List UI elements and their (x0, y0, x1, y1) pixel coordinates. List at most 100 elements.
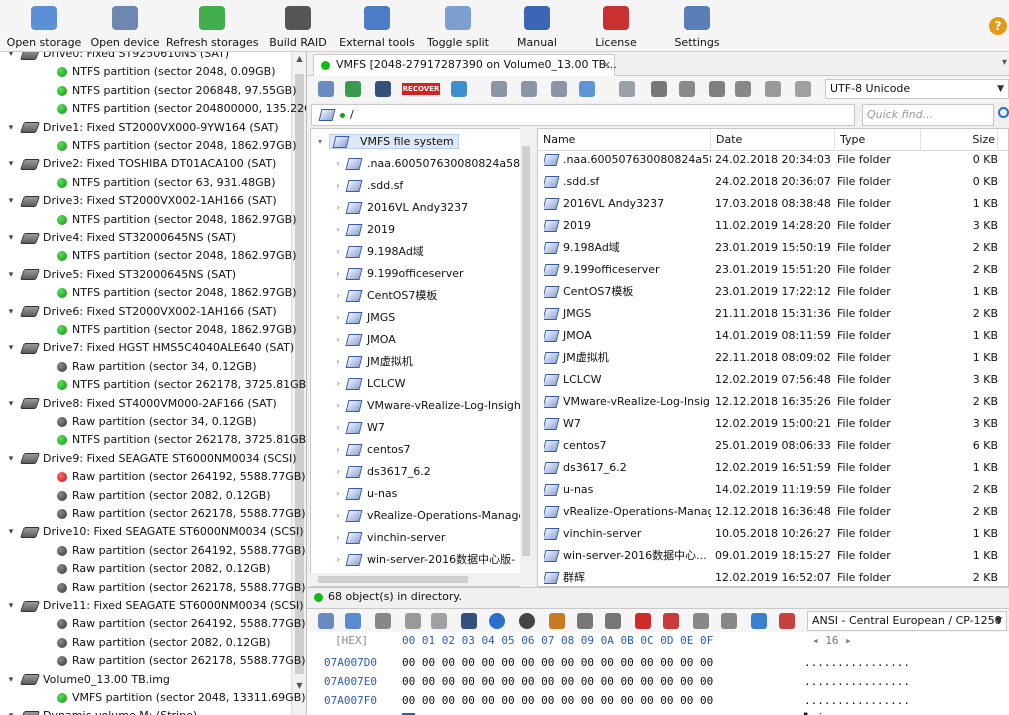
hex-row[interactable]: 07A00800 01 00 C0 10 00 08 00 06 00 00 00… (307, 711, 1009, 715)
partition-node[interactable]: NTFS partition (sector 206848, 97.55GB) (57, 82, 296, 100)
tree-folder-item[interactable]: › CentOS7模板 (333, 285, 437, 307)
chevron-down-icon[interactable]: ▾ (6, 523, 16, 541)
chevron-down-icon[interactable]: ▾ (6, 339, 16, 357)
recover-button[interactable]: RECOVER (402, 83, 440, 95)
path-field[interactable]: / (311, 104, 855, 126)
chevron-right-icon[interactable]: › (333, 307, 343, 329)
chevron-right-icon[interactable]: › (333, 329, 343, 351)
bookmark-icon[interactable] (549, 613, 565, 629)
device-node[interactable]: ▾ Drive4: Fixed ST32000645NS (SAT) (9, 229, 236, 247)
chevron-down-icon[interactable]: ▾ (6, 303, 16, 321)
edit-icon[interactable] (779, 613, 795, 629)
device-node[interactable]: ▾ Drive2: Fixed TOSHIBA DT01ACA100 (SAT) (9, 155, 277, 173)
toolbar-button-refresh-storages[interactable]: Refresh storages (166, 0, 259, 52)
chevron-down-icon[interactable]: ▾ (6, 266, 16, 284)
sync-icon[interactable] (751, 613, 767, 629)
file-row[interactable]: vRealize-Operations-Manag... 12.12.2018 1… (538, 501, 1008, 523)
chevron-down-icon[interactable]: ▾ (6, 597, 16, 615)
tree-folder-item[interactable]: › 2019 (333, 219, 395, 241)
chevron-down-icon[interactable]: ▾ (6, 450, 16, 468)
partition-node[interactable]: NTFS partition (sector 2048, 0.09GB) (57, 63, 275, 81)
file-row[interactable]: 2019 11.02.2019 14:28:20 File folder 3 KB (538, 215, 1008, 237)
text-encoding-select[interactable]: UTF-8 Unicode ▼ (825, 79, 1009, 99)
file-row[interactable]: 9.199officeserver 23.01.2019 15:51:20 File… (538, 259, 1008, 281)
file-row[interactable]: JMOA 14.01.2019 08:11:59 File folder 1 KB (538, 325, 1008, 347)
chevron-down-icon[interactable]: ▾ (6, 395, 16, 413)
file-row[interactable]: centos7 25.01.2019 08:06:33 File folder 6 K… (538, 435, 1008, 457)
close-tab-icon[interactable]: × (602, 55, 611, 75)
toolbar-button-build-raid[interactable]: Build RAID (266, 0, 330, 52)
tree-folder-item[interactable]: › 2016VL Andy3237 (333, 197, 468, 219)
hex-row[interactable]: 07A007F0 00 00 00 00 00 00 00 00 00 00 00… (307, 692, 1009, 710)
device-node[interactable]: ▾ Drive1: Fixed ST2000VX000-9YW164 (SAT) (9, 119, 279, 137)
chevron-right-icon[interactable]: › (333, 461, 343, 483)
gear-icon[interactable] (651, 81, 667, 97)
chevron-right-icon[interactable]: › (333, 175, 343, 197)
properties-icon[interactable] (345, 81, 361, 97)
file-row[interactable]: vinchin-server 10.05.2018 10:26:27 File fo… (538, 523, 1008, 545)
partition-node[interactable]: NTFS partition (sector 2048, 1862.97GB) (57, 247, 296, 265)
folder-tree-hscrollbar[interactable] (310, 573, 520, 586)
chevron-right-icon[interactable]: › (333, 439, 343, 461)
toolbar-button-open-device[interactable]: Open device (89, 0, 161, 52)
partition-node[interactable]: Raw partition (sector 2082, 0.12GB) (57, 634, 271, 652)
drive-icon[interactable] (605, 613, 621, 629)
chevron-right-icon[interactable]: › (333, 417, 343, 439)
partition-node[interactable]: VMFS partition (sector 2048, 13311.69GB) (57, 689, 306, 707)
tree-folder-item[interactable]: › .sdd.sf (333, 175, 403, 197)
chevron-down-icon[interactable]: ▾ (6, 707, 16, 715)
file-row[interactable]: 群辉 12.02.2019 16:52:07 File folder 2 KB (538, 567, 1008, 586)
device-node[interactable]: ▾ Drive5: Fixed ST32000645NS (SAT) (9, 266, 236, 284)
partition-node[interactable]: Raw partition (sector 264192, 5588.77GB) (57, 615, 306, 633)
device-node[interactable]: ▾ Drive11: Fixed SEAGATE ST6000NM0034 (SC… (9, 597, 304, 615)
file-row[interactable]: JM虚拟机 22.11.2018 08:09:02 File folder 1 KB (538, 347, 1008, 369)
compare-icon[interactable] (721, 613, 737, 629)
chevron-right-icon[interactable]: › (333, 197, 343, 219)
scroll-up-arrow[interactable]: ▲ (292, 52, 306, 66)
partition-node[interactable]: NTFS partition (sector 2048, 1862.97GB) (57, 137, 296, 155)
binoculars-icon[interactable] (375, 81, 391, 97)
hex-bytes-per-row[interactable]: ◂ 16 ▸ (812, 632, 852, 650)
tree-folder-item[interactable]: › 9.199officeserver (333, 263, 464, 285)
partition-node[interactable]: NTFS partition (sector 63, 931.48GB) (57, 174, 275, 192)
chevron-right-icon[interactable]: › (333, 373, 343, 395)
column-header-date[interactable]: Date (711, 129, 835, 151)
hex-row[interactable]: 07A007D0 00 00 00 00 00 00 00 00 00 00 00… (307, 654, 1009, 672)
partition-node[interactable]: Raw partition (sector 264192, 5588.77GB) (57, 468, 306, 486)
device-node[interactable]: ▾ Dynamic volume M: (Stripe) (9, 707, 197, 715)
save-icon[interactable] (318, 81, 334, 97)
scroll-thumb[interactable] (522, 146, 530, 556)
tree-folder-item[interactable]: › 9.198Ad域 (333, 241, 424, 263)
nav-back-icon[interactable] (491, 81, 507, 97)
tree-folder-item[interactable]: › W7 (333, 417, 385, 439)
file-row[interactable]: .sdd.sf 24.02.2018 20:36:07 File folder 0 K… (538, 171, 1008, 193)
file-row[interactable]: ds3617_6.2 12.02.2019 16:51:59 File folder… (538, 457, 1008, 479)
disk-icon[interactable] (679, 81, 695, 97)
tree-folder-item[interactable]: › LCLCW (333, 373, 406, 395)
device-node[interactable]: ▾ Volume0_13.00 TB.img (9, 671, 170, 689)
partition-node[interactable]: Raw partition (sector 34, 0.12GB) (57, 358, 257, 376)
tree-folder-item[interactable]: › vRealize-Operations-Manager-A (333, 505, 531, 527)
export-icon[interactable] (765, 81, 781, 97)
device-node[interactable]: ▾ Drive0: Fixed ST9250610NS (SAT) (9, 52, 229, 63)
column-header-size[interactable]: Size (921, 129, 998, 151)
device-node[interactable]: ▾ Drive8: Fixed ST4000VM000-2AF166 (SAT) (9, 395, 277, 413)
file-row[interactable]: W7 12.02.2019 15:00:21 File folder 3 KB (538, 413, 1008, 435)
tab-vmfs[interactable]: VMFS [2048-27917287390 on Volume0_13.00 … (313, 54, 617, 76)
copy-icon[interactable] (375, 613, 391, 629)
tree-folder-item[interactable]: › ds3617_6.2 (333, 461, 431, 483)
binoculars-icon[interactable] (461, 613, 477, 629)
partition-node[interactable]: NTFS partition (sector 262178, 3725.81GB… (57, 431, 306, 449)
tree-folder-item[interactable]: › .naa.600507630080824a58000 (333, 153, 531, 175)
chevron-right-icon[interactable]: › (333, 483, 343, 505)
partition-node[interactable]: Raw partition (sector 34, 0.12GB) (57, 413, 257, 431)
toolbar-button-external-tools[interactable]: External tools (338, 0, 416, 52)
file-row[interactable]: u-nas 14.02.2019 11:19:59 File folder 2 KB (538, 479, 1008, 501)
chevron-right-icon[interactable]: › (333, 219, 343, 241)
quick-find-input[interactable]: Quick find... (862, 104, 994, 126)
hex-view[interactable]: [HEX] 00 01 02 03 04 05 06 07 08 09 0A 0… (307, 632, 1009, 715)
file-row[interactable]: win-server-2016数据中心... 09.01.2019 18:15:2… (538, 545, 1008, 567)
partition-node[interactable]: Raw partition (sector 262178, 5588.77GB) (57, 652, 306, 670)
chevron-down-icon[interactable]: ▾ (315, 131, 325, 153)
search-icon[interactable] (998, 107, 1009, 118)
